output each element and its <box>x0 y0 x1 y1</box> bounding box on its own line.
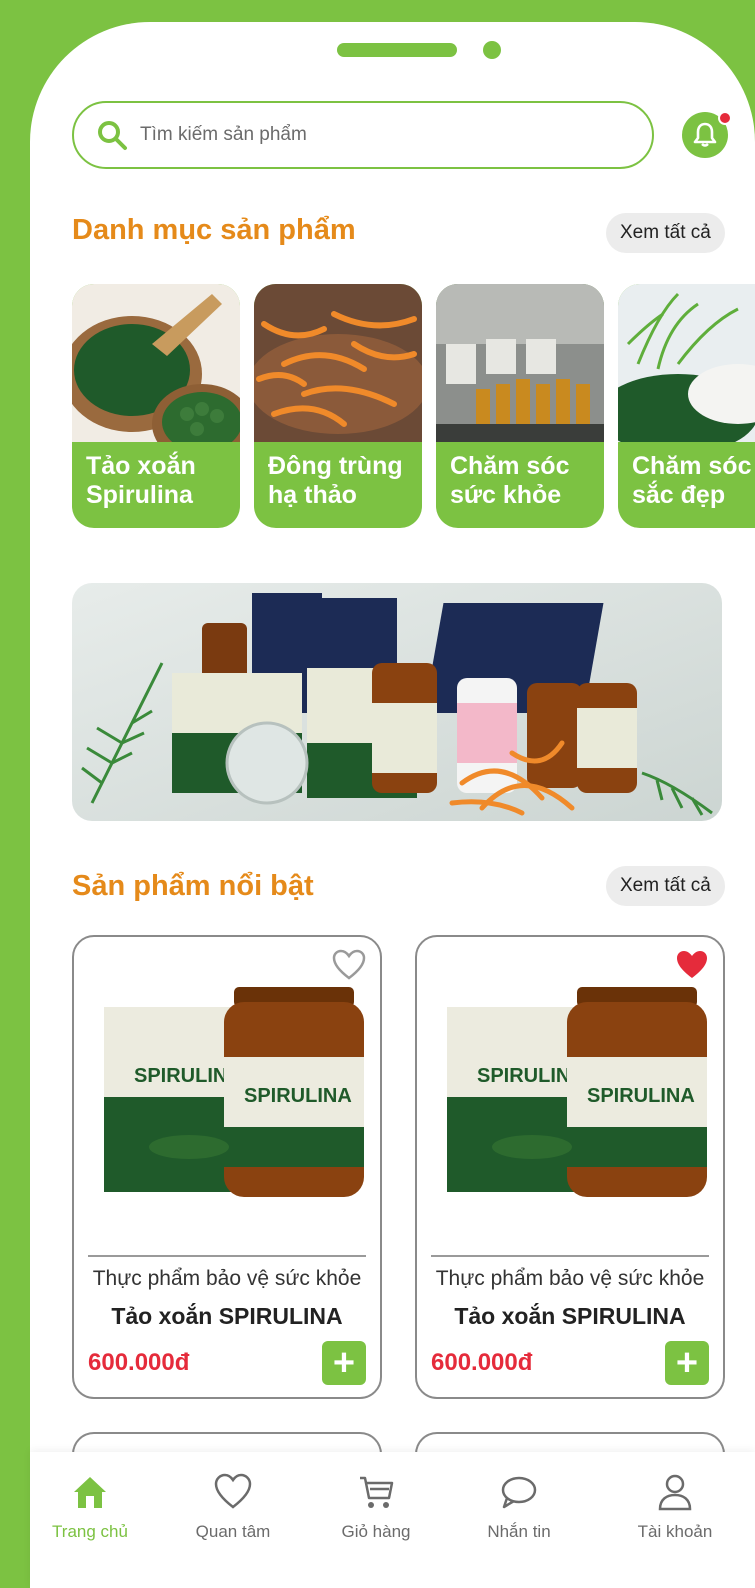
heart-icon <box>214 1473 252 1509</box>
nav-label: Giỏ hàng <box>341 1522 411 1541</box>
banner-product-image <box>81 593 713 816</box>
notch-pill <box>337 43 457 57</box>
card-divider <box>88 1255 366 1257</box>
product-subtitle: Thực phẩm bảo vệ sức khỏe <box>92 1267 362 1290</box>
search-icon <box>98 121 127 150</box>
category-image-spirulina <box>72 284 240 442</box>
search-bar[interactable]: Tìm kiếm sản phẩm <box>72 101 654 169</box>
category-card-spirulina[interactable]: Tảo xoắn Spirulina <box>72 284 240 528</box>
category-label: Đông trùng hạ thảo <box>268 452 403 509</box>
nav-favorites[interactable]: Quan tâm <box>173 1472 293 1542</box>
nav-home[interactable]: Trang chủ <box>30 1472 150 1542</box>
product-name: Tảo xoắn SPIRULINA <box>454 1303 686 1329</box>
nav-label: Quan tâm <box>195 1522 271 1541</box>
svg-text:SPIRULIN: SPIRULIN <box>134 1065 227 1087</box>
svg-text:SPIRULINA: SPIRULINA <box>244 1085 352 1107</box>
product-image: SPIRULIN SPIRULINA <box>447 987 707 1197</box>
notification-badge <box>718 111 732 125</box>
promo-banner[interactable] <box>72 583 722 821</box>
heart-filled-icon[interactable] <box>675 949 709 981</box>
featured-title: Sản phẩm nổi bật <box>72 870 314 902</box>
category-label: Chăm sóc sức khỏe <box>450 452 570 509</box>
category-image-cordyceps <box>254 284 422 442</box>
bottom-navigation: Trang chủ Quan tâm Giỏ hàng Nhắn tin Tài… <box>30 1452 755 1588</box>
add-to-cart-button[interactable]: + <box>665 1341 709 1385</box>
status-frame-top <box>0 0 755 22</box>
svg-text:SPIRULINA: SPIRULINA <box>587 1085 695 1107</box>
nav-label: Trang chủ <box>52 1522 128 1541</box>
bell-icon <box>693 122 717 147</box>
product-subtitle: Thực phẩm bảo vệ sức khỏe <box>435 1267 705 1290</box>
home-icon <box>74 1477 106 1508</box>
product-price: 600.000đ <box>88 1349 190 1376</box>
nav-messages[interactable]: Nhắn tin <box>459 1472 579 1542</box>
product-image: SPIRULIN SPIRULINA <box>104 987 364 1197</box>
category-card-cordyceps[interactable]: Đông trùng hạ thảo <box>254 284 422 528</box>
product-name: Tảo xoắn SPIRULINA <box>111 1303 343 1329</box>
category-label: Tảo xoắn Spirulina <box>86 452 196 509</box>
categories-see-all-button[interactable]: Xem tất cả <box>606 213 725 253</box>
status-frame-left <box>0 0 30 1588</box>
category-image-health-care <box>436 284 604 442</box>
cart-icon <box>360 1476 394 1508</box>
user-icon <box>658 1474 692 1511</box>
product-price: 600.000đ <box>431 1349 533 1376</box>
nav-label: Nhắn tin <box>487 1522 551 1541</box>
nav-account[interactable]: Tài khoản <box>615 1472 735 1542</box>
featured-see-all-button[interactable]: Xem tất cả <box>606 866 725 906</box>
search-placeholder: Tìm kiếm sản phẩm <box>140 124 307 145</box>
category-card-beauty[interactable]: Chăm sóc sắc đẹp <box>618 284 755 528</box>
product-card[interactable]: SPIRULIN SPIRULINA Thực phẩm bảo vệ sức … <box>415 935 725 1399</box>
category-card-health-care[interactable]: Chăm sóc sức khỏe <box>436 284 604 528</box>
categories-title: Danh mục sản phẩm <box>72 214 356 246</box>
notch-dot <box>483 41 501 59</box>
category-label: Chăm sóc sắc đẹp <box>632 452 752 509</box>
svg-text:SPIRULIN: SPIRULIN <box>477 1065 570 1087</box>
card-divider <box>431 1255 709 1257</box>
nav-label: Tài khoản <box>637 1522 713 1541</box>
nav-cart[interactable]: Giỏ hàng <box>316 1472 436 1542</box>
heart-outline-icon[interactable] <box>332 949 366 981</box>
product-card[interactable]: SPIRULIN SPIRULINA Thực phẩm bảo vệ sức … <box>72 935 382 1399</box>
category-image-beauty <box>618 284 755 442</box>
add-to-cart-button[interactable]: + <box>322 1341 366 1385</box>
chat-icon <box>501 1476 537 1509</box>
